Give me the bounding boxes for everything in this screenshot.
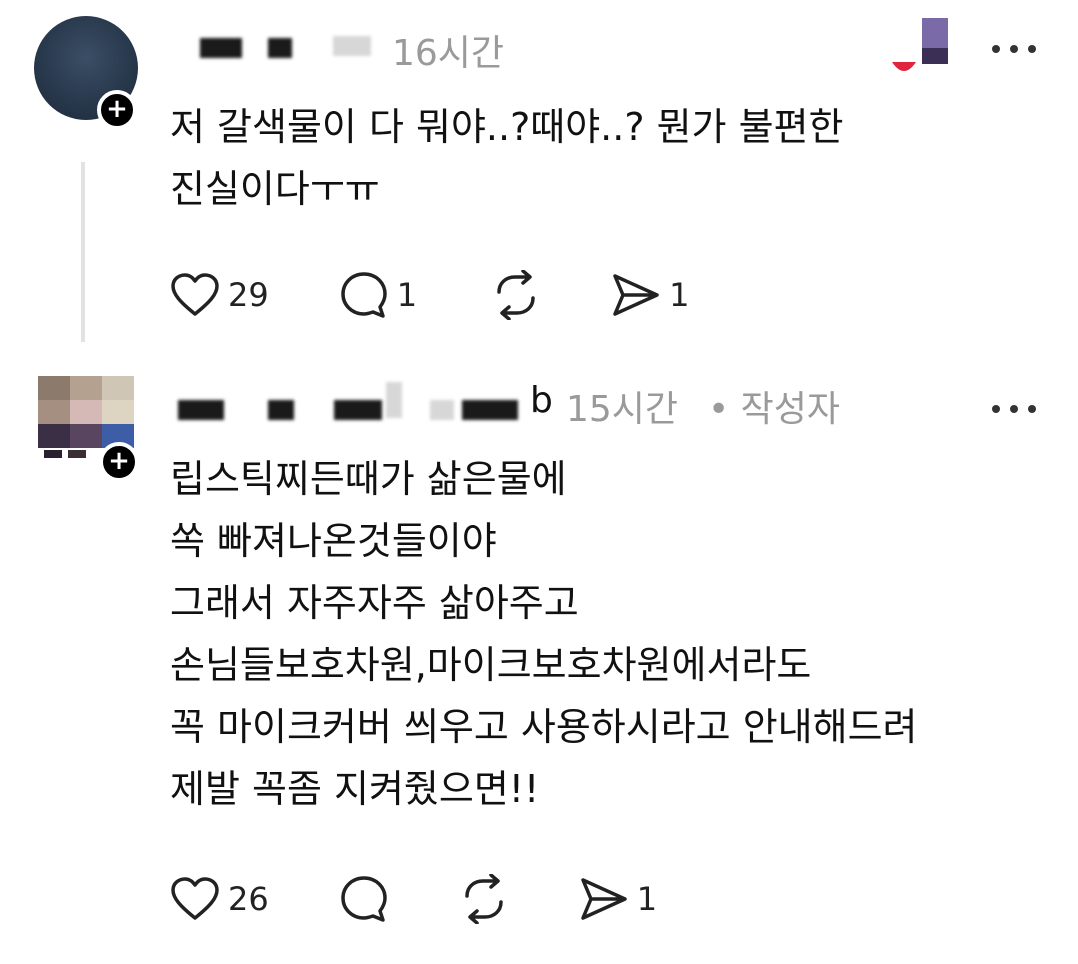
repost-icon <box>497 270 535 320</box>
like-count: 26 <box>228 880 269 918</box>
action-bar: 29 1 1 <box>170 270 729 320</box>
send-icon <box>580 878 627 920</box>
username-redacted <box>268 400 294 420</box>
media-thumbnail[interactable] <box>892 18 950 76</box>
post-time: 15시간 <box>566 389 679 430</box>
post-time: 16시간 <box>392 33 505 74</box>
author-badge: • 작성자 <box>708 389 841 430</box>
thread-line <box>81 162 85 342</box>
repost-button[interactable] <box>459 874 509 924</box>
comment-button[interactable]: 1 <box>339 270 417 320</box>
post-body: 립스틱찌든때가 삶은물에 쏙 빠져나온것들이야 그래서 자주자주 삶아주고 손님… <box>170 457 918 811</box>
comment-button[interactable] <box>339 874 389 924</box>
like-button[interactable]: 26 <box>170 876 269 922</box>
follow-plus-button[interactable]: + <box>97 90 137 130</box>
more-options-button[interactable] <box>990 390 1038 423</box>
like-button[interactable]: 29 <box>170 272 269 318</box>
repost-icon <box>464 874 503 924</box>
share-count: 1 <box>636 880 658 918</box>
username-redacted <box>386 382 402 418</box>
comment-icon <box>340 876 387 922</box>
send-icon <box>613 274 659 316</box>
follow-plus-button[interactable]: + <box>99 442 139 482</box>
more-options-button[interactable] <box>990 30 1038 63</box>
username-redacted <box>333 36 371 56</box>
ellipsis-icon <box>992 405 1036 413</box>
heart-icon <box>171 273 219 316</box>
share-count: 1 <box>669 276 690 314</box>
ellipsis-icon <box>992 45 1036 53</box>
username-tail: b <box>530 380 553 421</box>
post-body: 저 갈색물이 다 뭐야..?때야..? 뭔가 불편한 진실이다ㅜㅠ <box>170 105 844 211</box>
share-button[interactable]: 1 <box>611 272 689 318</box>
repost-button[interactable] <box>491 270 541 320</box>
comment-icon <box>340 272 387 318</box>
comment-count: 1 <box>396 276 418 314</box>
username-redacted <box>462 400 518 420</box>
heart-icon <box>171 877 219 920</box>
action-bar: 26 1 <box>170 874 697 924</box>
share-button[interactable]: 1 <box>579 876 657 922</box>
username-redacted <box>430 400 454 420</box>
username-redacted[interactable] <box>178 400 224 420</box>
username-redacted <box>268 38 292 58</box>
like-count: 29 <box>228 276 269 314</box>
username-redacted <box>334 400 382 420</box>
username-redacted[interactable] <box>200 38 242 58</box>
